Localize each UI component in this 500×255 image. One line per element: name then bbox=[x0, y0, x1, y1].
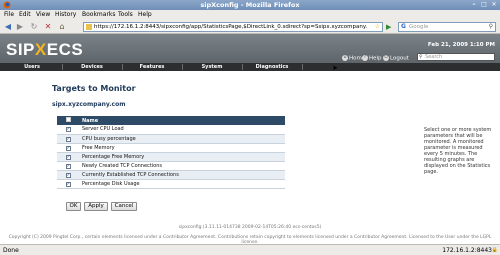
status-host: 172.16.1.2:8443 bbox=[442, 247, 492, 254]
maximize-icon[interactable]: □ bbox=[480, 1, 488, 9]
nav-users[interactable]: Users bbox=[2, 63, 62, 71]
menu-help[interactable]: Help bbox=[138, 11, 152, 18]
column-header-name: Name bbox=[79, 116, 285, 125]
stop-icon[interactable]: ✕ bbox=[43, 22, 53, 32]
table-row: ✓ Currently Established TCP Connections bbox=[57, 170, 285, 180]
minimize-icon[interactable]: – bbox=[470, 1, 478, 9]
menu-edit[interactable]: Edit bbox=[19, 11, 31, 18]
help-note: Select one or more system parameters tha… bbox=[424, 127, 492, 175]
home-link-icon: ⌂ bbox=[342, 55, 348, 61]
page-title: Targets to Monitor bbox=[52, 84, 136, 93]
browser-search-placeholder: Google bbox=[409, 24, 429, 30]
target-name: CPU busy percentage bbox=[79, 134, 285, 144]
date-time: Feb 21, 2009 1:10 PM bbox=[427, 42, 495, 48]
ok-button[interactable]: OK bbox=[66, 202, 81, 211]
app-header: SIPXECS Feb 21, 2009 1:10 PM ⌂ Home ? Help… bbox=[0, 34, 500, 63]
app-nav-bar: Users Devices Features System Diagnostic… bbox=[0, 63, 500, 71]
close-icon[interactable]: ✕ bbox=[490, 1, 498, 9]
table-row: ✓ Server CPU Load bbox=[57, 125, 285, 135]
go-icon[interactable]: ▶ bbox=[386, 23, 394, 31]
cancel-button[interactable]: Cancel bbox=[111, 202, 137, 211]
target-name: Percentage Free Memory bbox=[79, 152, 285, 162]
logout-link[interactable]: ⏻ Logout bbox=[383, 55, 409, 62]
target-checkbox[interactable]: ✓ bbox=[65, 145, 71, 151]
target-checkbox[interactable]: ✓ bbox=[65, 172, 71, 178]
target-name: Free Memory bbox=[79, 143, 285, 153]
target-checkbox[interactable]: ✓ bbox=[65, 154, 71, 160]
table-row: ✓ CPU busy percentage bbox=[57, 134, 285, 144]
target-checkbox[interactable]: ✓ bbox=[65, 136, 71, 142]
nav-features[interactable]: Features bbox=[122, 63, 182, 71]
target-checkbox[interactable]: ✓ bbox=[65, 127, 71, 133]
menu-bookmarks[interactable]: Bookmarks bbox=[82, 11, 116, 18]
table-row: ✓ Newly Created TCP Connections bbox=[57, 161, 285, 171]
target-name: Currently Established TCP Connections bbox=[79, 170, 285, 180]
browser-search-box[interactable]: G Google ⚲ bbox=[398, 22, 496, 32]
url-text: https://172.16.1.2:8443/sipxconfig/app/S… bbox=[94, 24, 368, 30]
url-bar[interactable]: https://172.16.1.2:8443/sipxconfig/app/S… bbox=[83, 22, 383, 32]
site-favicon-icon bbox=[86, 24, 92, 30]
back-icon[interactable]: ◀ bbox=[3, 22, 13, 32]
select-all-cell bbox=[57, 116, 79, 125]
bookmark-star-icon[interactable]: ☆ bbox=[375, 23, 380, 31]
window-title: sipXconfig - Mozilla Firefox bbox=[200, 1, 300, 9]
reload-icon[interactable]: ↻ bbox=[29, 22, 39, 32]
table-row: ✓ Free Memory bbox=[57, 143, 285, 153]
footer-version: sipxconfig (3.11.11-014738 2009-02-14T05… bbox=[178, 225, 322, 230]
app-search-placeholder: Search bbox=[425, 54, 443, 60]
logout-icon: ⏻ bbox=[383, 55, 389, 61]
target-name: Server CPU Load bbox=[79, 125, 285, 135]
mouse-cursor-icon: ➤ bbox=[332, 64, 338, 72]
window-titlebar: sipXconfig - Mozilla Firefox – □ ✕ bbox=[0, 0, 500, 10]
app-search-icon: ⚲ bbox=[419, 54, 423, 60]
lock-icon[interactable]: 🔒 bbox=[492, 247, 498, 253]
select-all-checkbox[interactable] bbox=[65, 117, 71, 122]
table-header-row: Name bbox=[57, 116, 285, 125]
nav-system[interactable]: System bbox=[182, 63, 242, 71]
search-icon[interactable]: ⚲ bbox=[489, 23, 493, 31]
targets-table: Name ✓ Server CPU Load ✓ CPU busy percen… bbox=[57, 116, 285, 189]
target-checkbox[interactable]: ✓ bbox=[65, 163, 71, 169]
nav-diagnostics[interactable]: Diagnostics bbox=[242, 63, 302, 71]
forward-icon[interactable]: ▶ bbox=[15, 22, 25, 32]
menu-history[interactable]: History bbox=[55, 11, 76, 18]
status-bar: Done 172.16.1.2:8443 🔒 bbox=[0, 244, 500, 255]
app-search-input[interactable]: ⚲ Search bbox=[417, 53, 495, 61]
status-text: Done bbox=[3, 247, 19, 254]
menu-view[interactable]: View bbox=[36, 11, 50, 18]
nav-separator bbox=[302, 64, 303, 70]
target-name: Newly Created TCP Connections bbox=[79, 161, 285, 171]
home-icon[interactable]: ⌂ bbox=[57, 22, 67, 32]
google-icon: G bbox=[401, 23, 406, 30]
footer-copyright: Copyright (C) 2009 Pingtel Corp., certai… bbox=[8, 235, 492, 244]
menu-tools[interactable]: Tools bbox=[118, 11, 133, 18]
navigation-toolbar: ◀ ▶ ↻ ✕ ⌂ https://172.16.1.2:8443/sipxco… bbox=[0, 20, 500, 34]
table-row: ✓ Percentage Free Memory bbox=[57, 152, 285, 162]
target-checkbox[interactable]: ✓ bbox=[65, 181, 71, 187]
page-content: SIPXECS Feb 21, 2009 1:10 PM ⌂ Home ? Help… bbox=[0, 34, 500, 244]
table-row: ✓ Percentage Disk Usage bbox=[57, 179, 285, 189]
nav-devices[interactable]: Devices bbox=[62, 63, 122, 71]
sipxecs-logo[interactable]: SIPXECS bbox=[6, 40, 83, 60]
menu-file[interactable]: File bbox=[4, 11, 14, 18]
help-link[interactable]: ? Help bbox=[362, 55, 382, 62]
server-name: sipx.xyzcompany.com bbox=[52, 101, 126, 108]
apply-button[interactable]: Apply bbox=[84, 202, 108, 211]
target-name: Percentage Disk Usage bbox=[79, 179, 285, 189]
help-icon: ? bbox=[362, 55, 368, 61]
menu-bar: File Edit View History Bookmarks Tools H… bbox=[0, 10, 500, 20]
